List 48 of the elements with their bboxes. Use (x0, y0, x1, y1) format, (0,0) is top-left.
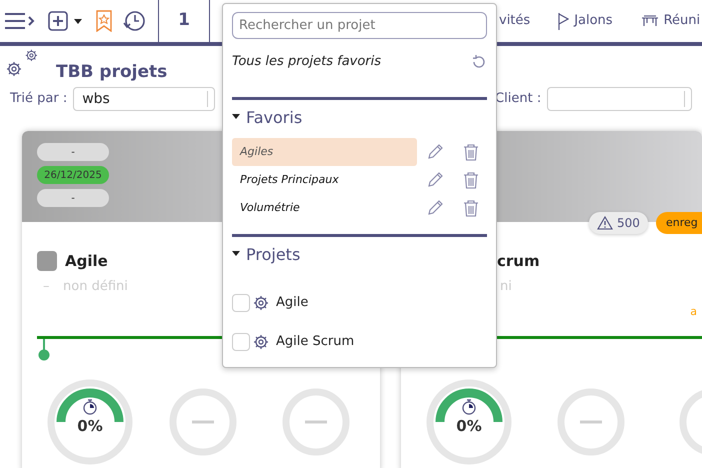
toolbar-tab[interactable]: Réuni (640, 11, 700, 31)
page-title: TBB projets (56, 64, 168, 81)
delete-icon[interactable] (463, 200, 479, 216)
flag-icon (558, 12, 570, 30)
project-checkbox[interactable] (232, 332, 250, 350)
alert-count: 500 (617, 215, 640, 232)
date-pill: - (37, 189, 109, 207)
project-checkbox[interactable] (232, 294, 250, 312)
gauge-percent: 0% (455, 416, 483, 437)
add-icon[interactable] (48, 11, 70, 31)
delete-icon[interactable] (463, 144, 479, 160)
project-name[interactable]: Agile (276, 292, 308, 312)
edit-icon[interactable] (427, 144, 443, 160)
section-title[interactable]: Projets (246, 243, 300, 267)
favorite-item[interactable]: Agiles (232, 138, 417, 166)
date-pill: 26/12/2025 (37, 166, 109, 184)
caret-icon[interactable] (74, 18, 82, 24)
project-title: Agile (65, 250, 108, 272)
bookmark-star-icon[interactable] (96, 10, 112, 32)
all-favorites-link[interactable]: Tous les projets favoris (232, 52, 382, 72)
warning-icon (597, 216, 613, 230)
toolbar-tab[interactable]: vités (499, 11, 530, 31)
gear-icon (253, 294, 269, 310)
favorite-item[interactable]: Projets Principaux (232, 166, 417, 194)
toolbar-tab[interactable]: Jalons (558, 11, 613, 31)
refresh-icon[interactable] (471, 54, 487, 70)
date-pill: - (37, 143, 109, 161)
filter-label: Trié par : (10, 90, 68, 108)
gauge-percent: 0% (76, 416, 104, 437)
edit-icon[interactable] (427, 200, 443, 216)
dash: – (42, 278, 50, 296)
gear-icon (253, 334, 269, 350)
page-number[interactable]: 1 (159, 8, 209, 34)
section-title[interactable]: Favoris (246, 106, 302, 130)
favorite-item[interactable]: Volumétrie (232, 194, 417, 222)
color-square (37, 251, 57, 271)
table-icon (640, 15, 659, 27)
project-name[interactable]: Agile Scrum (276, 332, 354, 352)
milestone-pin-icon (37, 339, 51, 361)
status-badge: enreg (656, 212, 702, 234)
menu-icon[interactable] (4, 12, 36, 30)
filter-select[interactable]: wbs (73, 87, 216, 111)
marker-label: a (690, 304, 697, 320)
search-field[interactable]: Rechercher un projet (232, 12, 487, 39)
project-title: crum (497, 250, 540, 272)
edit-icon[interactable] (427, 172, 443, 188)
delete-icon[interactable] (463, 172, 479, 188)
history-icon[interactable] (122, 9, 146, 33)
